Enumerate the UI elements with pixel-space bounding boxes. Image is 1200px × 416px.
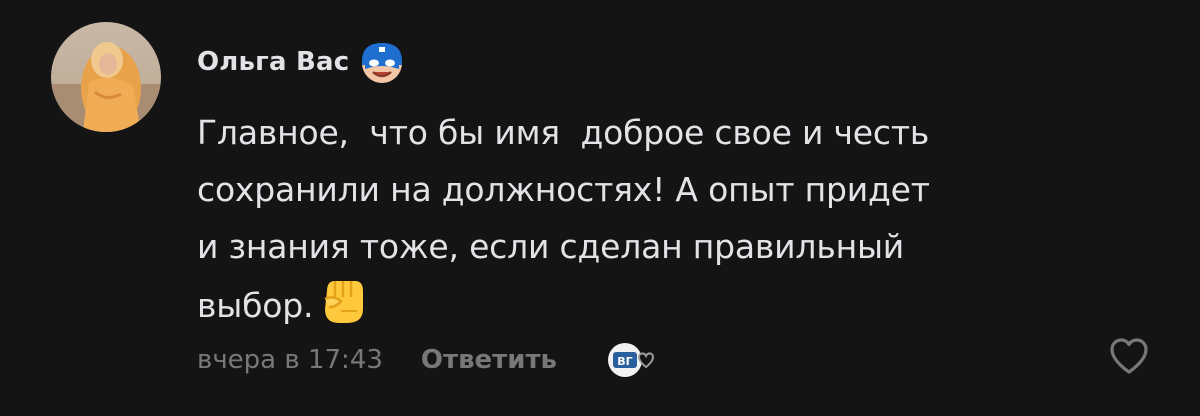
avatar-photo [51, 22, 161, 132]
author-liked-heart-icon: ВГ [607, 343, 654, 377]
raised-fist-emoji-icon [324, 281, 364, 323]
comment-text-line: сохранили на должностях! А опыт придет [197, 170, 930, 209]
superhero-mask-emoji-icon [362, 43, 403, 83]
comment-text-line: Главное, что бы имя доброе свое и честь [197, 113, 930, 152]
author-like-badge-text: ВГ [617, 355, 632, 368]
timestamp: вчера в 17:43 [197, 345, 383, 375]
comment-text-line: выбор. [197, 286, 314, 325]
heart-outline-icon[interactable] [1108, 336, 1150, 376]
avatar[interactable] [51, 22, 161, 132]
comment-text: Главное, что бы имя доброе свое и честь … [197, 104, 1137, 332]
comment-footer: вчера в 17:43 Ответить ВГ [197, 336, 661, 384]
comment: Ольга Вас Главное, что бы имя доброе сво… [0, 0, 1200, 416]
comment-text-line-last: выбор. [197, 275, 1137, 332]
author-name[interactable]: Ольга Вас [197, 47, 349, 77]
reply-button[interactable]: Ответить [421, 345, 557, 375]
author-row: Ольга Вас [197, 34, 405, 90]
comment-text-line: и знания тоже, если сделан правильный [197, 227, 905, 266]
